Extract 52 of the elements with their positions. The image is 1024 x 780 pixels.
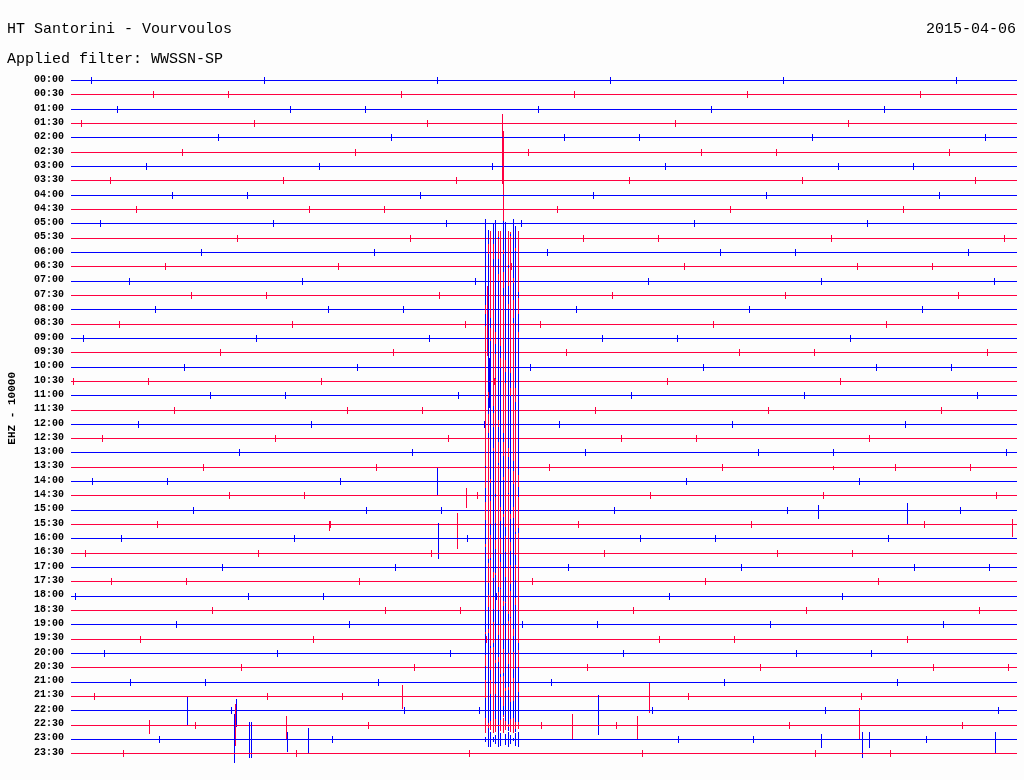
time-label: 06:30 — [33, 259, 64, 274]
time-label: 23:30 — [33, 745, 64, 760]
time-label: 14:00 — [33, 473, 64, 488]
time-label: 07:00 — [33, 273, 64, 288]
time-label: 16:00 — [33, 531, 64, 545]
time-label: 01:30 — [33, 115, 64, 130]
time-label: 02:00 — [33, 130, 64, 145]
time-label: 09:30 — [33, 344, 64, 359]
time-label: 20:00 — [33, 645, 64, 660]
time-label: 13:30 — [33, 459, 64, 474]
time-label: 17:00 — [33, 559, 64, 574]
filter-label: Applied filter: WWSSN-SP — [6, 50, 225, 70]
time-label: 00:30 — [33, 87, 64, 102]
time-label: 01:00 — [33, 101, 64, 116]
time-label: 22:00 — [33, 702, 64, 717]
time-label: 12:00 — [33, 416, 64, 431]
time-label: 23:00 — [33, 731, 64, 746]
time-label: 06:00 — [33, 244, 64, 259]
time-label: 18:00 — [33, 588, 64, 603]
time-label: 10:00 — [33, 359, 64, 374]
time-label: 03:00 — [33, 158, 64, 173]
time-label: 08:00 — [33, 302, 64, 316]
station-title: HT Santorini - Vourvoulos — [7, 20, 233, 40]
time-label: 14:30 — [33, 488, 64, 503]
time-label: 05:00 — [33, 216, 64, 231]
time-label: 04:00 — [33, 187, 64, 202]
channel-label: EHZ - 10000 — [6, 371, 18, 445]
time-label: 13:00 — [33, 445, 64, 460]
time-label: 12:30 — [33, 430, 64, 445]
time-label: 02:30 — [33, 144, 64, 159]
time-label: 19:00 — [33, 616, 64, 631]
time-label: 00:00 — [33, 73, 64, 87]
time-label: 15:00 — [33, 502, 64, 517]
time-label: 18:30 — [33, 602, 64, 617]
time-label: 19:30 — [33, 631, 64, 646]
time-label: 15:30 — [33, 516, 64, 531]
time-label: 03:30 — [33, 173, 64, 188]
time-label: 20:30 — [33, 659, 64, 674]
time-label: 08:30 — [33, 316, 64, 331]
time-label: 22:30 — [33, 717, 64, 732]
time-label: 10:30 — [33, 373, 64, 388]
time-label: 21:00 — [33, 674, 64, 689]
time-label: 17:30 — [33, 573, 64, 588]
time-label: 21:30 — [33, 688, 64, 703]
time-label: 07:30 — [33, 287, 64, 302]
time-label: 11:30 — [33, 402, 64, 417]
time-label: 11:00 — [33, 387, 64, 402]
time-label: 09:00 — [33, 330, 64, 345]
date-label: 2015-04-06 — [926, 20, 1016, 40]
time-label: 16:30 — [33, 545, 64, 560]
time-label: 05:30 — [33, 230, 64, 245]
time-label: 04:30 — [33, 201, 64, 216]
